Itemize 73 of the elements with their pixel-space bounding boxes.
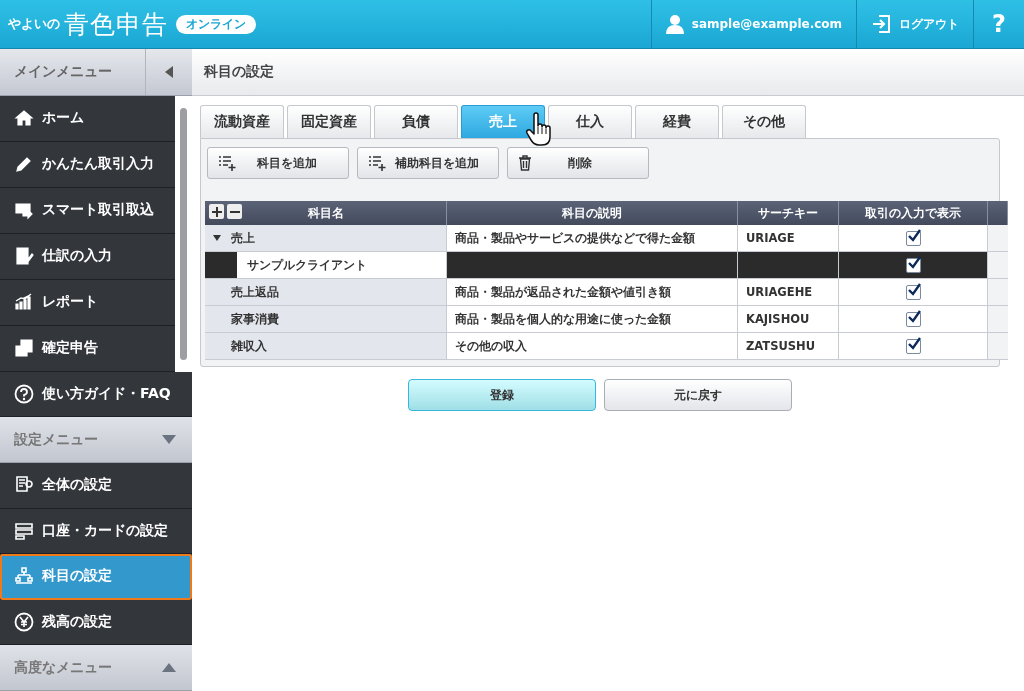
checkbox[interactable] — [905, 230, 921, 246]
yen-icon — [14, 612, 34, 633]
table-row[interactable]: 売上 商品・製品やサービスの提供などで得た金額 URIAGE — [205, 225, 1008, 252]
user-email: sample@example.com — [691, 17, 843, 31]
online-badge: オンライン — [176, 14, 256, 34]
account-name: 家事消費 — [231, 311, 279, 327]
account-description: その他の収入 — [455, 338, 527, 353]
category-tab[interactable]: 負債 — [374, 105, 458, 138]
search-key: KAJISHOU — [746, 312, 810, 326]
account-name: サンプルクライアント — [247, 257, 367, 273]
add-list-icon — [218, 155, 236, 171]
toolbar-button[interactable]: 科目を追加 — [207, 147, 349, 179]
sidebar-item[interactable]: 残高の設定 — [0, 599, 192, 646]
main-menu-heading: メインメニュー — [13, 61, 113, 81]
category-tab[interactable]: 流動資産 — [200, 105, 284, 138]
column-header: 取引の入力で表示 — [838, 201, 988, 225]
sidebar-item[interactable]: 使い方ガイド・FAQ — [0, 371, 192, 418]
caret-icon — [162, 663, 176, 673]
toolbar-button[interactable]: 補助科目を追加 — [357, 147, 499, 179]
collapse-all-button[interactable] — [227, 204, 242, 219]
chart-icon — [14, 292, 34, 313]
column-header-label: 科目名 — [307, 205, 344, 220]
sidebar-item[interactable]: かんたん取引入力 — [0, 141, 175, 188]
expand-all-button[interactable] — [209, 204, 224, 219]
toolbar-button[interactable]: 削除 — [507, 147, 649, 179]
left-caret-icon — [165, 65, 173, 78]
sidebar-item[interactable]: 仕訳の入力 — [0, 233, 175, 280]
table-row[interactable]: サンプルクライアント — [205, 251, 1008, 279]
search-key: ZATSUSHU — [746, 339, 816, 353]
table-row[interactable]: 売上返品 商品・製品が返品された金額や値引き額 URIAGEHE — [205, 278, 1008, 306]
question-icon — [14, 383, 34, 404]
account-description: 商品・製品やサービスの提供などで得た金額 — [455, 230, 695, 245]
search-key: URIAGEHE — [746, 285, 813, 299]
expand-toggle-icon[interactable] — [213, 235, 221, 241]
user-icon — [665, 14, 684, 34]
account-description: 商品・製品が返品された金額や値引き額 — [455, 284, 671, 299]
sidebar-item[interactable]: スマート取引取込 — [0, 187, 175, 234]
cards-icon — [14, 520, 34, 541]
logout-icon — [871, 14, 892, 34]
plus-icon — [211, 206, 222, 217]
logo-subtitle: やよいの — [8, 15, 60, 33]
trash-icon — [518, 155, 532, 171]
category-tab[interactable]: 経費 — [635, 105, 719, 138]
account-name: 雑収入 — [231, 338, 267, 354]
table-row[interactable]: 雑収入 その他の収入 ZATSUSHU — [205, 332, 1008, 360]
category-tab[interactable]: その他 — [722, 105, 806, 138]
account-name: 売上返品 — [231, 284, 279, 300]
sidebar-item[interactable]: 確定申告 — [0, 325, 175, 372]
sidebar-item[interactable]: 全体の設定 — [0, 462, 192, 509]
home-icon — [14, 108, 34, 129]
caret-icon — [162, 435, 176, 445]
sidebar-item[interactable]: 口座・カードの設定 — [0, 508, 192, 555]
page-title: 科目の設定 — [204, 63, 274, 81]
checkbox[interactable] — [905, 284, 921, 300]
checkbox[interactable] — [905, 311, 921, 327]
sidebar-item[interactable]: レポート — [0, 279, 175, 326]
ledger-icon — [14, 246, 34, 267]
account-description: 商品・製品を個人的な用途に使った金額 — [455, 311, 671, 326]
checkbox[interactable] — [905, 257, 921, 273]
logo-title: 青色申告 — [64, 8, 168, 41]
search-key: URIAGE — [746, 231, 795, 245]
add-list-icon — [368, 155, 386, 171]
table-row[interactable]: 家事消費 商品・製品を個人的な用途に使った金額 KAJISHOU — [205, 305, 1008, 333]
tree-icon — [14, 566, 34, 587]
column-header: サーチキー — [737, 201, 839, 225]
register-button[interactable]: 登録 — [408, 379, 596, 411]
sidebar-item[interactable]: ホーム — [0, 95, 175, 142]
category-tab[interactable]: 固定資産 — [287, 105, 371, 138]
column-header: 科目の説明 — [446, 201, 738, 225]
revert-button[interactable]: 元に戻す — [604, 379, 792, 411]
account-name: 売上 — [231, 230, 255, 246]
checkbox[interactable] — [905, 338, 921, 354]
category-tab[interactable]: 仕入 — [548, 105, 632, 138]
